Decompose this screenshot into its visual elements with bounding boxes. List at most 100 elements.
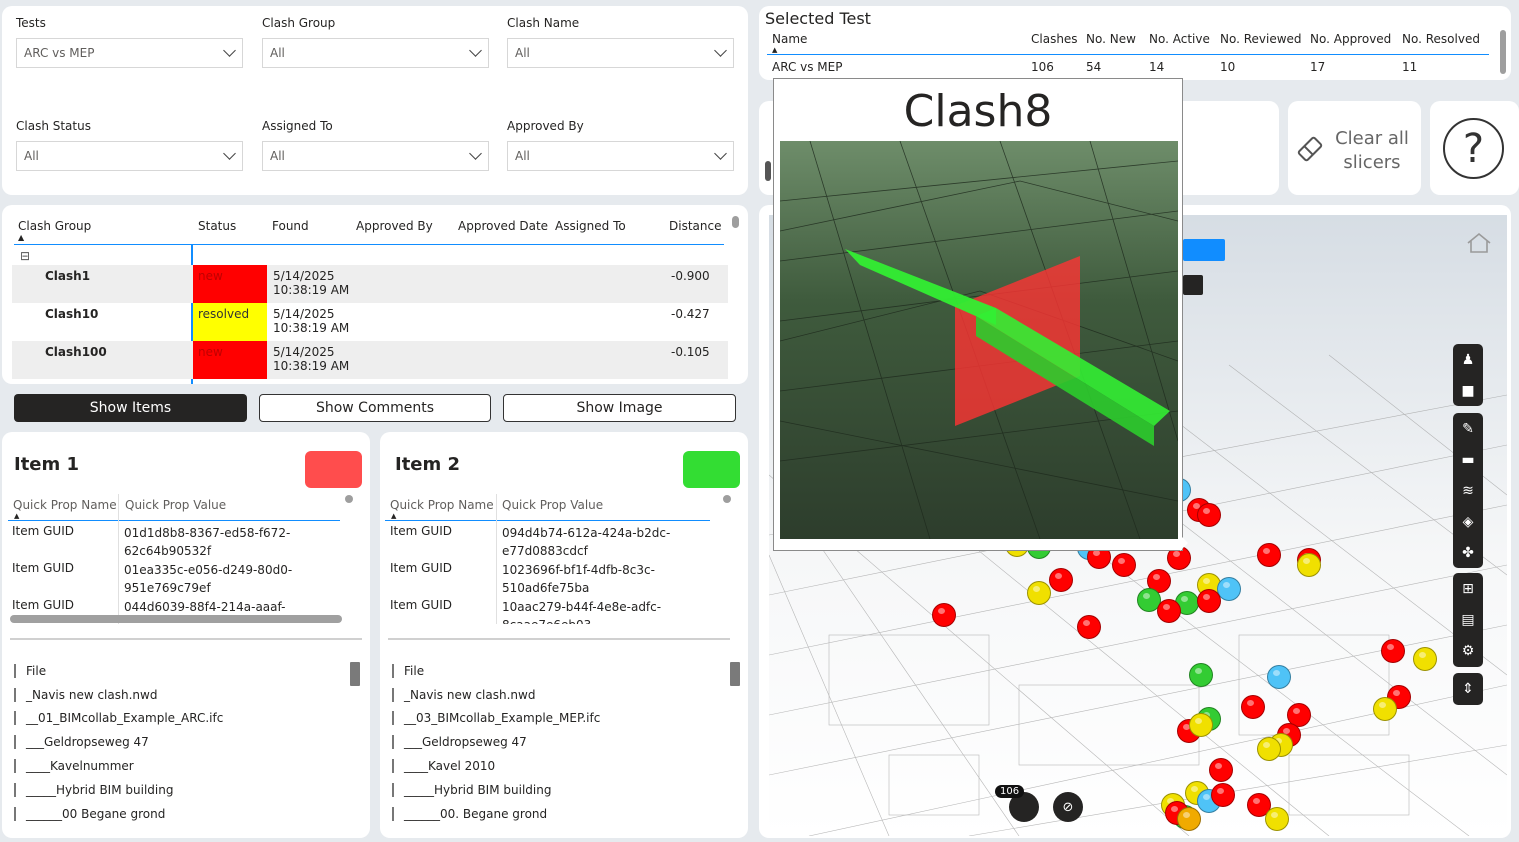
tree-label: ____Kavel 2010	[404, 759, 496, 774]
structure-toolbar: ⊞ ▤ ⚙	[1453, 573, 1483, 667]
tree-item[interactable]: ___Geldropseweg 47	[392, 730, 600, 754]
clash-name-dropdown[interactable]: All	[507, 38, 734, 68]
col-no-approved[interactable]: No. Approved	[1310, 32, 1391, 46]
camera-icon[interactable]: ■	[1453, 375, 1483, 406]
explode-icon[interactable]: ◈	[1453, 506, 1483, 537]
settings-cluster-icon[interactable]: ✤	[1453, 537, 1483, 568]
col-quick-prop-name[interactable]: Quick Prop Name	[13, 498, 117, 512]
help-button[interactable]: ?	[1430, 101, 1519, 195]
walk-icon[interactable]: ♟	[1453, 344, 1483, 375]
clash-marker[interactable]	[1267, 665, 1291, 689]
tree-item[interactable]: __01_BIMcollab_Example_ARC.ifc	[14, 707, 223, 731]
clash-marker[interactable]	[1373, 697, 1397, 721]
show-items-button[interactable]: Show Items	[14, 394, 247, 422]
expand-collapse-icon[interactable]: ⇕	[1453, 673, 1483, 705]
clash-table-header: Clash Group ▲ Status Found Approved By A…	[14, 217, 724, 245]
vertical-scrollbar[interactable]	[345, 495, 353, 503]
clash-marker[interactable]	[1257, 737, 1281, 761]
tree-item[interactable]: File	[14, 659, 223, 683]
layers-icon[interactable]: ≋	[1453, 475, 1483, 506]
show-comments-button[interactable]: Show Comments	[259, 394, 491, 422]
tree-item[interactable]: __03_BIMcollab_Example_MEP.ifc	[392, 707, 600, 731]
col-found[interactable]: Found	[272, 217, 309, 233]
vertical-scrollbar[interactable]	[350, 662, 360, 686]
vertical-scrollbar[interactable]	[732, 216, 739, 228]
table-row[interactable]: Clash1 new 5/14/2025 10:38:19 AM -0.900	[12, 265, 728, 303]
clash-status-dropdown[interactable]: All	[16, 141, 243, 171]
clash-marker[interactable]	[1112, 553, 1136, 577]
tree-item[interactable]: _____Hybrid BIM building	[392, 778, 600, 802]
clash-marker[interactable]	[932, 603, 956, 627]
col-quick-prop-value[interactable]: Quick Prop Value	[125, 498, 226, 512]
approved-by-dropdown[interactable]: All	[507, 141, 734, 171]
clash-marker[interactable]	[1209, 758, 1233, 782]
clash-marker[interactable]	[1077, 615, 1101, 639]
col-no-reviewed[interactable]: No. Reviewed	[1220, 32, 1302, 46]
tree-item[interactable]: _Navis new clash.nwd	[14, 683, 223, 707]
clash-marker[interactable]	[1413, 647, 1437, 671]
gear-icon[interactable]: ⚙	[1453, 635, 1483, 666]
clash-marker[interactable]	[1241, 695, 1265, 719]
dropdown-value: ARC vs MEP	[24, 46, 95, 60]
clear-filter-icon[interactable]: ⊘	[1053, 792, 1083, 822]
hatch-toggle[interactable]	[1183, 239, 1225, 261]
toolbar-toggle[interactable]	[1183, 275, 1203, 295]
col-status[interactable]: Status	[198, 217, 236, 233]
tree-item[interactable]: _Navis new clash.nwd	[392, 683, 600, 707]
col-clash-group[interactable]: Clash Group	[18, 217, 91, 233]
col-assigned-to[interactable]: Assigned To	[555, 217, 626, 233]
clash-marker[interactable]	[1257, 543, 1281, 567]
col-no-active[interactable]: No. Active	[1149, 32, 1210, 46]
clash-marker[interactable]	[1177, 807, 1201, 831]
col-name[interactable]: Name	[772, 32, 807, 46]
hierarchy-icon[interactable]: ⊞	[1453, 573, 1483, 604]
horizontal-scrollbar[interactable]	[10, 615, 342, 623]
table-row[interactable]: Clash10 resolved 5/14/2025 10:38:19 AM -0…	[12, 303, 728, 341]
minus-box-icon[interactable]: ⊟	[20, 249, 30, 263]
distance-cell: -0.427	[671, 307, 710, 321]
clear-all-slicers-button[interactable]: Clear all slicers	[1288, 101, 1421, 195]
prop-value: 094d4b74-612a-424a-b2dc-e77d0883cdcf	[502, 526, 671, 558]
tree-item[interactable]: ______00. Begane grond	[392, 802, 600, 826]
show-image-button[interactable]: Show Image	[503, 394, 736, 422]
clash-marker[interactable]	[1297, 553, 1321, 577]
clash-marker[interactable]	[1049, 568, 1073, 592]
clash-marker[interactable]	[1197, 503, 1221, 527]
home-icon[interactable]	[1465, 231, 1493, 255]
col-clashes[interactable]: Clashes	[1031, 32, 1078, 46]
item1-panel: Item 1 Quick Prop Name Quick Prop Value …	[2, 432, 370, 838]
clash-marker[interactable]	[1265, 807, 1289, 831]
clash-marker[interactable]	[1157, 599, 1181, 623]
clash-marker[interactable]	[1027, 581, 1051, 605]
assigned-to-dropdown[interactable]: All	[262, 141, 489, 171]
tree-item[interactable]: File	[392, 659, 600, 683]
col-approved-by[interactable]: Approved By	[356, 217, 433, 233]
tests-dropdown[interactable]: ARC vs MEP	[16, 38, 243, 68]
vertical-scrollbar[interactable]	[730, 662, 740, 686]
clash-group-dropdown[interactable]: All	[262, 38, 489, 68]
tree-item[interactable]: ______00 Begane grond	[14, 802, 223, 826]
clash-marker[interactable]	[1381, 639, 1405, 663]
vertical-scrollbar[interactable]	[1500, 30, 1506, 74]
tree-item[interactable]: ____Kavelnummer	[14, 754, 223, 778]
tree-item[interactable]: ___Geldropseweg 47	[14, 730, 223, 754]
col-quick-prop-value[interactable]: Quick Prop Value	[502, 498, 603, 512]
col-no-new[interactable]: No. New	[1086, 32, 1136, 46]
properties-icon[interactable]: ▤	[1453, 604, 1483, 635]
tree-item[interactable]: ____Kavel 2010	[392, 754, 600, 778]
measure-icon[interactable]: ✎	[1453, 413, 1483, 444]
tree-item[interactable]: _____Hybrid BIM building	[14, 778, 223, 802]
col-quick-prop-name[interactable]: Quick Prop Name	[390, 498, 494, 512]
clash-marker[interactable]	[1197, 589, 1221, 613]
table-row[interactable]: Clash100 new 5/14/2025 10:38:19 AM -0.105	[12, 341, 728, 379]
folder-icon[interactable]: ▬	[1453, 444, 1483, 475]
clash-marker[interactable]	[1189, 713, 1213, 737]
clash-marker[interactable]	[1211, 783, 1235, 807]
scroll-handle[interactable]	[765, 161, 771, 181]
col-no-resolved[interactable]: No. Resolved	[1402, 32, 1480, 46]
slicers-panel: Tests ARC vs MEP Clash Group All Clash N…	[2, 6, 748, 195]
vertical-scrollbar[interactable]	[723, 495, 731, 503]
col-approved-date[interactable]: Approved Date	[458, 217, 548, 233]
clash-marker[interactable]	[1189, 663, 1213, 687]
col-distance[interactable]: Distance	[669, 217, 721, 233]
